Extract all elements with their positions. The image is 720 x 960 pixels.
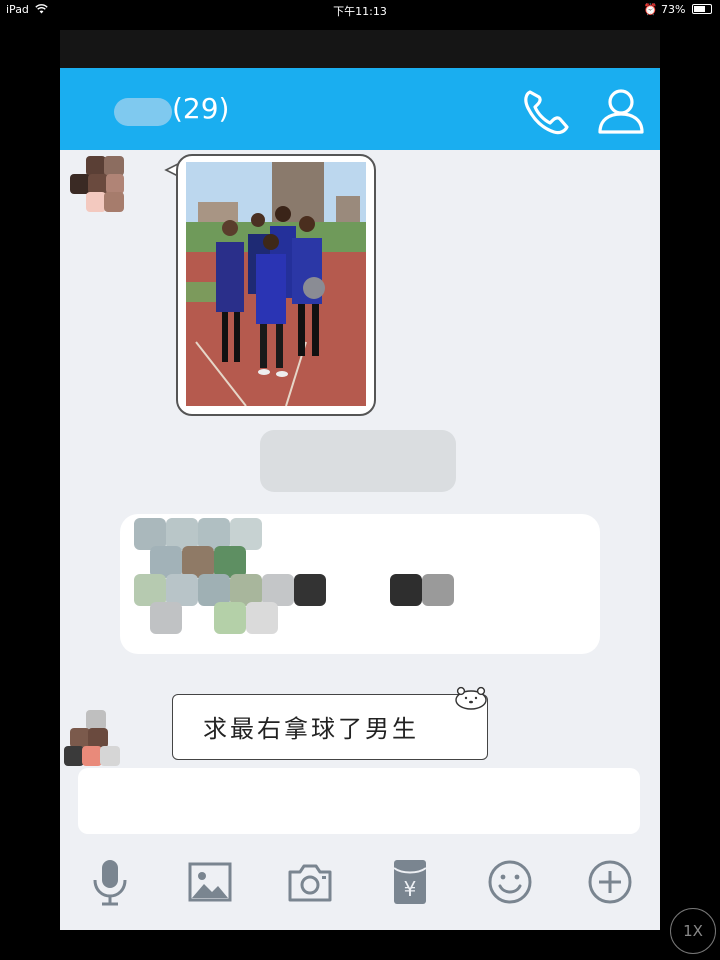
note-text: 求最右拿球了男生 — [203, 715, 419, 743]
image-message[interactable] — [176, 154, 376, 416]
status-right: ⏰ 73% — [644, 3, 712, 16]
camera-button[interactable] — [282, 854, 338, 910]
input-toolbar: ¥ — [60, 846, 660, 930]
red-packet-button[interactable]: ¥ — [382, 854, 438, 910]
group-avatar[interactable] — [114, 98, 172, 126]
image-icon — [188, 862, 232, 902]
avatar[interactable] — [64, 710, 124, 770]
battery-percent: 73% — [661, 3, 686, 16]
note-message[interactable]: 求最右拿球了男生 — [172, 694, 488, 760]
alarm-icon: ⏰ — [643, 3, 658, 16]
message-input[interactable] — [78, 768, 640, 834]
playback-speed-badge[interactable]: 1X — [670, 908, 716, 954]
emoji-icon — [488, 860, 532, 904]
person-icon[interactable] — [594, 86, 648, 136]
text-message[interactable] — [120, 514, 600, 654]
group-photo[interactable] — [186, 162, 366, 406]
status-bar: iPad 下午11:13 ⏰ 73% — [0, 0, 720, 20]
emoji-button[interactable] — [482, 854, 538, 910]
polar-bear-icon — [455, 686, 487, 710]
clock: 下午11:13 — [333, 5, 387, 18]
plus-icon — [588, 860, 632, 904]
red-packet-icon: ¥ — [393, 860, 427, 904]
camera-icon — [288, 864, 332, 902]
microphone-icon — [93, 860, 127, 906]
phone-icon[interactable] — [520, 86, 572, 136]
plus-button[interactable] — [582, 854, 638, 910]
top-strip — [60, 30, 660, 68]
image-button[interactable] — [182, 854, 238, 910]
member-count: (29) — [172, 92, 230, 125]
chat-window: (29) 求最右拿球了男生 ¥ — [60, 30, 660, 930]
timestamp-pill — [260, 430, 456, 492]
microphone-button[interactable] — [82, 854, 138, 910]
avatar[interactable] — [64, 156, 124, 216]
screen: iPad 下午11:13 ⏰ 73% (29) 求最右拿球了男生 ¥ 1X — [0, 0, 720, 960]
svg-text:¥: ¥ — [404, 877, 417, 901]
battery-icon — [692, 4, 712, 14]
